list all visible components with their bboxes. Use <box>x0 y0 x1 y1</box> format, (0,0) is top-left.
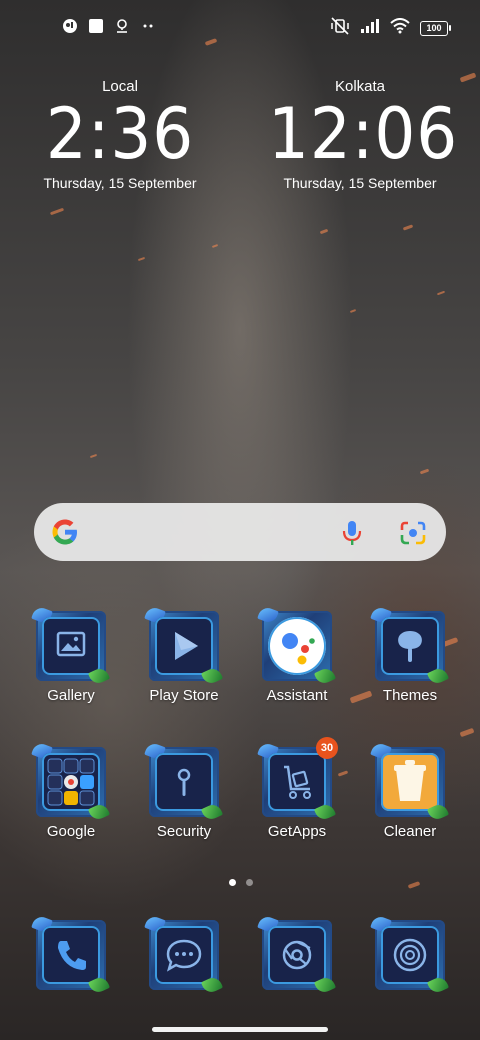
phone-icon <box>31 914 111 996</box>
messages-icon <box>144 914 224 996</box>
security-icon <box>144 741 224 823</box>
google-folder-icon <box>31 741 111 823</box>
more-notifications-icon <box>140 18 156 39</box>
google-g-icon <box>50 517 80 552</box>
app-notification-icon <box>62 18 78 39</box>
mute-vibrate-icon <box>330 17 350 40</box>
app-gallery[interactable]: Gallery <box>15 605 127 704</box>
camera-icon <box>370 914 450 996</box>
cleaner-icon <box>370 741 450 823</box>
status-bar[interactable]: 100 <box>0 14 480 42</box>
app-label: Security <box>156 823 212 840</box>
play-store-icon <box>144 605 224 687</box>
home-gesture-bar[interactable] <box>152 1027 328 1032</box>
app-label: Google <box>46 823 96 840</box>
app-getapps[interactable]: 30 GetApps <box>241 737 353 840</box>
app-label: GetApps <box>267 823 327 840</box>
app-security[interactable]: Security <box>128 741 240 840</box>
app-label: Gallery <box>47 687 95 704</box>
microphone-icon[interactable] <box>342 520 362 551</box>
page-dot <box>246 879 253 886</box>
dock-camera[interactable] <box>354 914 466 996</box>
battery-icon: 100 <box>420 21 451 36</box>
app-label: Cleaner <box>383 823 437 840</box>
google-search-bar[interactable] <box>34 503 446 561</box>
dock-browser[interactable] <box>241 914 353 996</box>
dock-phone[interactable] <box>15 914 127 996</box>
system-icons: 100 <box>330 17 451 40</box>
clock-date: Thursday, 15 September <box>43 175 197 191</box>
clock-time: 2:36 <box>45 93 195 175</box>
notification-badge: 30 <box>316 737 338 759</box>
browser-icon <box>257 914 337 996</box>
assistant-icon <box>257 605 337 687</box>
square-notification-icon <box>88 18 104 39</box>
notification-icons <box>62 18 156 39</box>
clock-date: Thursday, 15 September <box>283 175 437 191</box>
page-dot-active <box>229 879 236 886</box>
kolkata-clock[interactable]: Kolkata 12:06 Thursday, 15 September <box>260 78 460 191</box>
google-lens-icon[interactable] <box>400 521 426 550</box>
themes-icon <box>370 605 450 687</box>
app-cleaner[interactable]: Cleaner <box>354 741 466 840</box>
app-themes[interactable]: Themes <box>354 605 466 704</box>
gallery-icon <box>31 605 111 687</box>
app-label: Themes <box>382 687 438 704</box>
app-google-folder[interactable]: Google <box>15 741 127 840</box>
app-label: Play Store <box>149 687 219 704</box>
wifi-icon <box>390 18 410 39</box>
getapps-icon: 30 <box>257 737 338 823</box>
app-play-store[interactable]: Play Store <box>128 605 240 704</box>
signal-icon <box>360 18 380 39</box>
clock-time: 12:06 <box>268 93 459 175</box>
dock-messages[interactable] <box>128 914 240 996</box>
app-label: Assistant <box>266 687 328 704</box>
location-notification-icon <box>114 18 130 39</box>
local-clock[interactable]: Local 2:36 Thursday, 15 September <box>20 78 220 191</box>
app-assistant[interactable]: Assistant <box>241 605 353 704</box>
page-indicator[interactable] <box>229 879 253 886</box>
